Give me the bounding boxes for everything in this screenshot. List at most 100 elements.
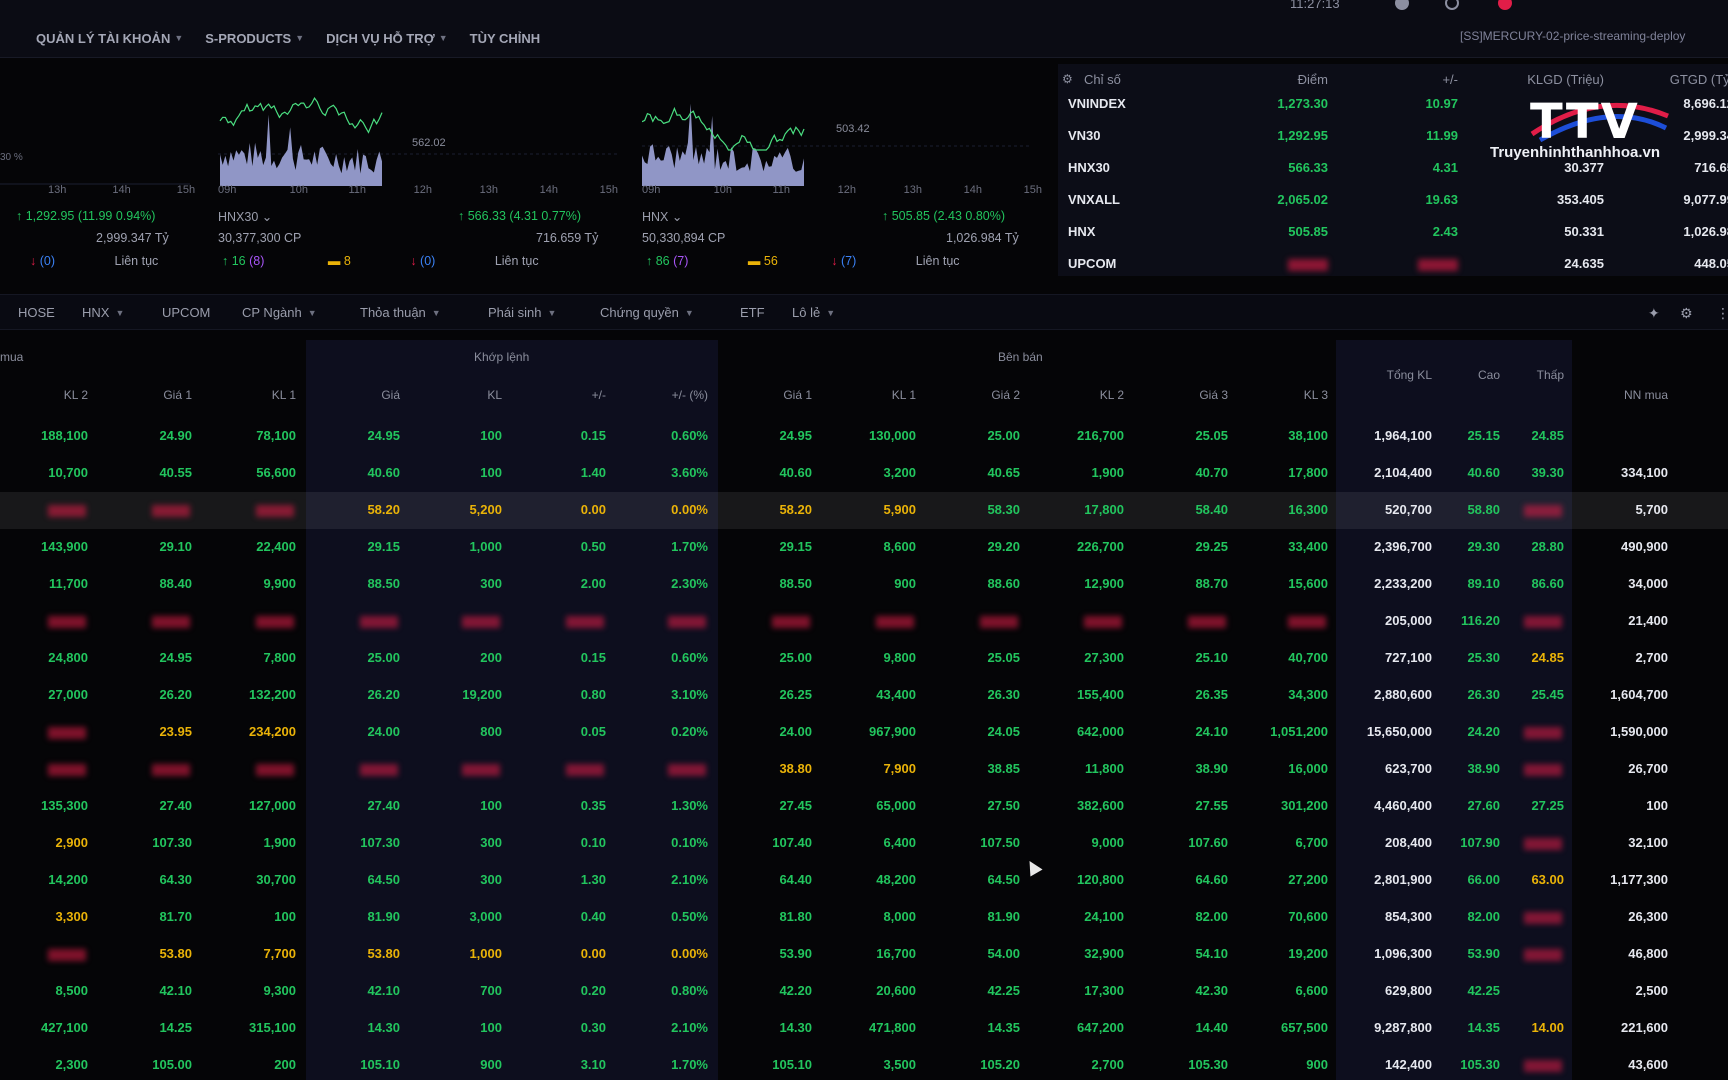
index-volume: 30,377,300 CP: [218, 231, 302, 245]
table-cell: 24.85: [1531, 428, 1564, 443]
table-cell: [1288, 616, 1326, 628]
table-cell: 25.05: [1195, 428, 1228, 443]
table-row[interactable]: 23.95 234,200 24.00 800 0.05 0.20% 24.00 967,90…: [0, 714, 1728, 751]
index-cell: 2,065.02: [1277, 192, 1328, 207]
index-panel-hnx[interactable]: 503.42 09h 10h 11h 12h 13h 14h 15h HNX ⌄…: [642, 66, 1042, 276]
table-cell: 1,900: [263, 835, 296, 850]
moon-icon[interactable]: [1445, 0, 1459, 10]
table-cell: 2.00: [580, 576, 606, 591]
table-cell: [1524, 912, 1562, 924]
index-cell: 2.43: [1432, 224, 1458, 239]
tab-derivatives[interactable]: Phái sinh ▼: [488, 305, 556, 320]
table-row[interactable]: 10,700 40.55 56,600 40.60 100 1.40 3.60% 40.60 3…: [0, 455, 1728, 492]
table-row[interactable]: 53.80 7,700 53.80 1,000 0.00 0.00% 53.90 16,700…: [0, 936, 1728, 973]
table-cell: 967,900: [869, 724, 916, 739]
table-cell: 0.40: [580, 909, 606, 924]
table-cell: 27.45: [779, 798, 812, 813]
table-cell: 88.70: [1195, 576, 1228, 591]
table-row[interactable]: 8,500 42.10 9,300 42.10 700 0.20 0.80% 42.20 20,…: [0, 973, 1728, 1010]
table-cell: 130,000: [869, 428, 916, 443]
down-count-icon: ↓: [30, 254, 37, 268]
table-cell: [48, 949, 86, 961]
menu-item-account[interactable]: QUẢN LÝ TÀI KHOẢN ▼: [36, 28, 183, 48]
index-cell: HNX: [1068, 224, 1096, 239]
table-row[interactable]: 11,700 88.40 9,900 88.50 300 2.00 2.30% 88.50 90…: [0, 566, 1728, 603]
table-row[interactable]: 427,100 14.25 315,100 14.30 100 0.30 2.10% 14.3…: [0, 1010, 1728, 1047]
table-row[interactable]: 38.80 7,900 38.85 11,800 38.90 16,000 623,700 3…: [0, 751, 1728, 788]
table-cell: 9,900: [263, 576, 296, 591]
more-icon[interactable]: ⋮: [1716, 305, 1728, 322]
bell-icon[interactable]: [1395, 0, 1409, 10]
down-count-icon: ↓: [410, 254, 417, 268]
table-row[interactable]: 14,200 64.30 30,700 64.50 300 1.30 2.10% 64.40 4…: [0, 862, 1728, 899]
table-cell: 105.30: [1188, 1057, 1228, 1072]
tab-odd-lot[interactable]: Lô lẻ ▼: [792, 305, 835, 320]
table-cell: 0.20%: [671, 724, 708, 739]
table-row[interactable]: 2,900 107.30 1,900 107.30 300 0.10 0.10% 107.40…: [0, 825, 1728, 862]
pin-icon[interactable]: ✦: [1648, 305, 1660, 322]
index-panel-vn30[interactable]: 30 % 13h 14h 15h ↑ 1,292.95 (11.99 0.94%…: [0, 66, 200, 276]
table-row[interactable]: 135,300 27.40 127,000 27.40 100 0.35 1.30% 27.4…: [0, 788, 1728, 825]
index-name[interactable]: HNX ⌄: [642, 209, 682, 224]
index-row[interactable]: HNX 505.85 2.43 50.331 1,026.98: [1058, 216, 1728, 248]
index-row[interactable]: VNXALL 2,065.02 19.63 353.405 9,077.99: [1058, 184, 1728, 216]
table-cell: 28.80: [1531, 539, 1564, 554]
table-cell: 46,800: [1628, 946, 1668, 961]
table-cell: 25.10: [1195, 650, 1228, 665]
tab-warrants[interactable]: Chứng quyền ▼: [600, 305, 694, 320]
table-cell: 27,300: [1084, 650, 1124, 665]
table-row[interactable]: 205,000 116.20 21,400: [0, 603, 1728, 640]
index-cell: VN30: [1068, 128, 1101, 143]
tab-hose[interactable]: HOSE: [18, 305, 55, 320]
table-cell: 334,100: [1621, 465, 1668, 480]
table-row[interactable]: 58.20 5,200 0.00 0.00% 58.20 5,900 58.30 17,800…: [0, 492, 1728, 529]
table-cell: 0.00%: [671, 502, 708, 517]
table-cell: 1.40: [580, 465, 606, 480]
table-cell: [1524, 1060, 1562, 1072]
table-cell: [360, 616, 398, 628]
column-header: NN mua: [1623, 388, 1668, 402]
index-change: ↑ 1,292.95 (11.99 0.94%): [16, 209, 156, 223]
gear-icon[interactable]: ⚙: [1680, 305, 1693, 322]
tab-etf[interactable]: ETF: [740, 305, 765, 320]
table-cell: [256, 505, 294, 517]
table-cell: [772, 616, 810, 628]
tab-sector[interactable]: CP Ngành ▼: [242, 305, 317, 320]
table-cell: [668, 616, 706, 628]
table-cell: 25.05: [987, 650, 1020, 665]
table-cell: 471,800: [869, 1020, 916, 1035]
index-panel-hnx30[interactable]: 562.02 09h 10h 11h 12h 13h 14h 15h HNX30…: [218, 66, 628, 276]
table-cell: 107.40: [772, 835, 812, 850]
table-cell: 24.10: [1195, 724, 1228, 739]
column-header: KL 2: [63, 388, 88, 402]
tab-negotiated[interactable]: Thỏa thuận ▼: [360, 305, 441, 320]
table-cell: 0.60%: [671, 428, 708, 443]
menu-item-customize[interactable]: TÙY CHỈNH: [470, 28, 541, 48]
table-cell: 81.90: [367, 909, 400, 924]
table-cell: 82.00: [1195, 909, 1228, 924]
tab-hnx[interactable]: HNX ▼: [82, 305, 124, 320]
table-cell: 26.20: [367, 687, 400, 702]
table-cell: 29.25: [1195, 539, 1228, 554]
menu-item-support[interactable]: DỊCH VỤ HỖ TRỢ ▼: [326, 28, 448, 48]
table-cell: 29.15: [779, 539, 812, 554]
table-row[interactable]: 143,900 29.10 22,400 29.15 1,000 0.50 1.70% 29.…: [0, 529, 1728, 566]
menu-item-products[interactable]: S-PRODUCTS ▼: [205, 28, 304, 48]
table-cell: 105.00: [152, 1057, 192, 1072]
table-cell: 40,700: [1288, 650, 1328, 665]
index-row[interactable]: UPCOM 24.635 448.05: [1058, 248, 1728, 280]
table-cell: 9,800: [883, 650, 916, 665]
table-row[interactable]: 3,300 81.70 100 81.90 3,000 0.40 0.50% 81.80 8,0…: [0, 899, 1728, 936]
settings-icon[interactable]: ⚙: [1062, 72, 1073, 86]
table-row[interactable]: 24,800 24.95 7,800 25.00 200 0.15 0.60% 25.00 9,…: [0, 640, 1728, 677]
table-cell: 58.20: [367, 502, 400, 517]
table-row[interactable]: 2,300 105.00 200 105.10 900 3.10 1.70% 105.10 3,…: [0, 1047, 1728, 1080]
tab-upcom[interactable]: UPCOM: [162, 305, 210, 320]
table-cell: [566, 616, 604, 628]
table-row[interactable]: 188,100 24.90 78,100 24.95 100 0.15 0.60% 24.95…: [0, 418, 1728, 455]
flag-icon[interactable]: [1498, 0, 1512, 10]
index-cell: 448.05: [1694, 256, 1728, 271]
index-name[interactable]: HNX30 ⌄: [218, 209, 272, 224]
table-row[interactable]: 27,000 26.20 132,200 26.20 19,200 0.80 3.10% 26…: [0, 677, 1728, 714]
table-cell: 53.80: [367, 946, 400, 961]
